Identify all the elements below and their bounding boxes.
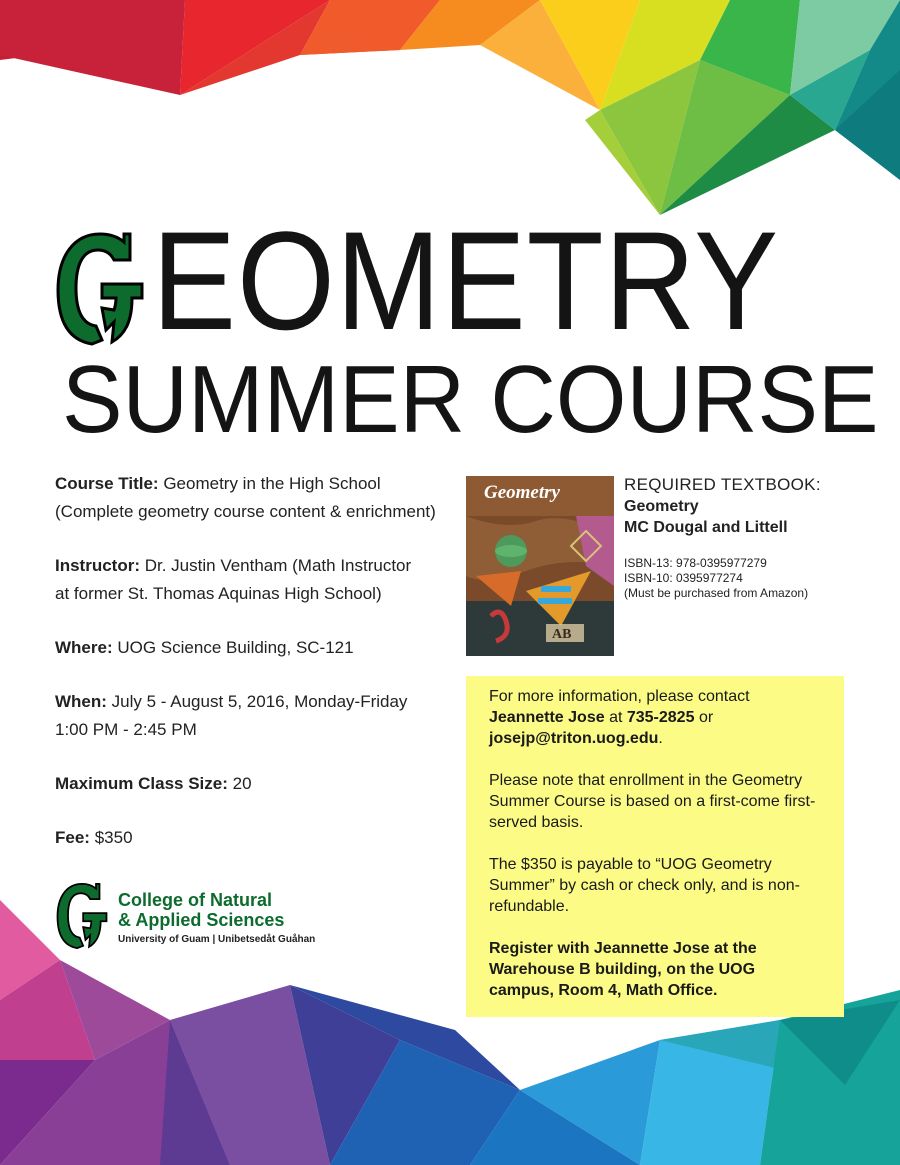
detail-label: When:	[55, 692, 107, 711]
textbook-isbn10: ISBN-10: 0395977274	[624, 571, 743, 585]
textbook-heading: REQUIRED TEXTBOOK:	[624, 475, 821, 494]
detail-value: Dr. Justin Ventham (Math Instructor	[144, 556, 412, 575]
contact-phone: 735-2825	[626, 709, 695, 726]
payment-note: The $350 is payable to “UOG Geometry Sum…	[489, 856, 800, 915]
textbook-isbn-block: ISBN-13: 978-0395977279 ISBN-10: 0395977…	[624, 556, 894, 601]
college-subtitle: University of Guam | Unibetsedåt Guåhan	[118, 934, 316, 945]
contact-paragraph: For more information, please contact Jea…	[489, 686, 822, 749]
detail-value: at former St. Thomas Aquinas High School…	[55, 584, 382, 603]
detail-label: Where:	[55, 638, 113, 657]
detail-label: Fee:	[55, 828, 90, 847]
detail-instructor: Instructor: Dr. Justin Ventham (Math Ins…	[55, 552, 445, 608]
detail-value: UOG Science Building, SC-121	[117, 638, 354, 657]
textbook-isbn13: ISBN-13: 978-0395977279	[624, 556, 767, 570]
textbook-info: REQUIRED TEXTBOOK: Geometry MC Dougal an…	[624, 474, 894, 601]
detail-label: Maximum Class Size:	[55, 774, 228, 793]
detail-value: $350	[94, 828, 133, 847]
contact-email[interactable]: josejp@triton.uog.edu	[489, 730, 658, 747]
register-text: Register with Jeannette Jose at the Ware…	[489, 940, 757, 999]
college-name-line2: & Applied Sciences	[118, 910, 285, 930]
title-row: EOMETRY	[52, 211, 852, 352]
detail-value: 1:00 PM - 2:45 PM	[55, 720, 197, 739]
textbook-publisher: MC Dougal and Littell	[624, 519, 788, 536]
contact-or: or	[698, 709, 714, 726]
contact-period: .	[658, 730, 663, 747]
g-logo-icon	[56, 883, 108, 949]
textbook-name: Geometry	[624, 498, 699, 515]
detail-when: When: July 5 - August 5, 2016, Monday-Fr…	[55, 688, 445, 744]
detail-class-size: Maximum Class Size: 20	[55, 770, 445, 798]
detail-value: July 5 - August 5, 2016, Monday-Friday	[111, 692, 408, 711]
college-logo: College of Natural & Applied Sciences Un…	[54, 880, 354, 955]
detail-fee: Fee: $350	[55, 824, 445, 852]
svg-text:AB: AB	[552, 627, 571, 642]
subtitle-text: SUMMER COURSE	[62, 346, 879, 453]
textbook-cover-title: Geometry	[484, 482, 560, 503]
contact-at: at	[609, 709, 623, 726]
college-name: College of Natural & Applied Sciences	[118, 890, 284, 930]
detail-value: 20	[232, 774, 252, 793]
g-logo-icon	[56, 232, 144, 346]
title-text: EOMETRY	[152, 202, 780, 359]
info-box: For more information, please contact Jea…	[466, 676, 844, 1017]
course-details: Course Title: Geometry in the High Schoo…	[55, 470, 445, 878]
detail-course-title: Course Title: Geometry in the High Schoo…	[55, 470, 445, 526]
detail-value: (Complete geometry course content & enri…	[55, 502, 436, 521]
contact-name: Jeannette Jose	[489, 709, 605, 726]
contact-prefix: For more information, please contact	[489, 688, 750, 705]
detail-where: Where: UOG Science Building, SC-121	[55, 634, 445, 662]
textbook-note: (Must be purchased from Amazon)	[624, 586, 809, 600]
textbook-cover: AB Geometry	[466, 476, 614, 656]
detail-label: Instructor:	[55, 556, 140, 575]
register-note: Register with Jeannette Jose at the Ware…	[489, 938, 822, 1001]
detail-label: Course Title:	[55, 474, 159, 493]
enrollment-note: Please note that enrollment in the Geome…	[489, 772, 816, 831]
college-name-line1: College of Natural	[118, 890, 273, 910]
detail-value: Geometry in the High School	[163, 474, 381, 493]
